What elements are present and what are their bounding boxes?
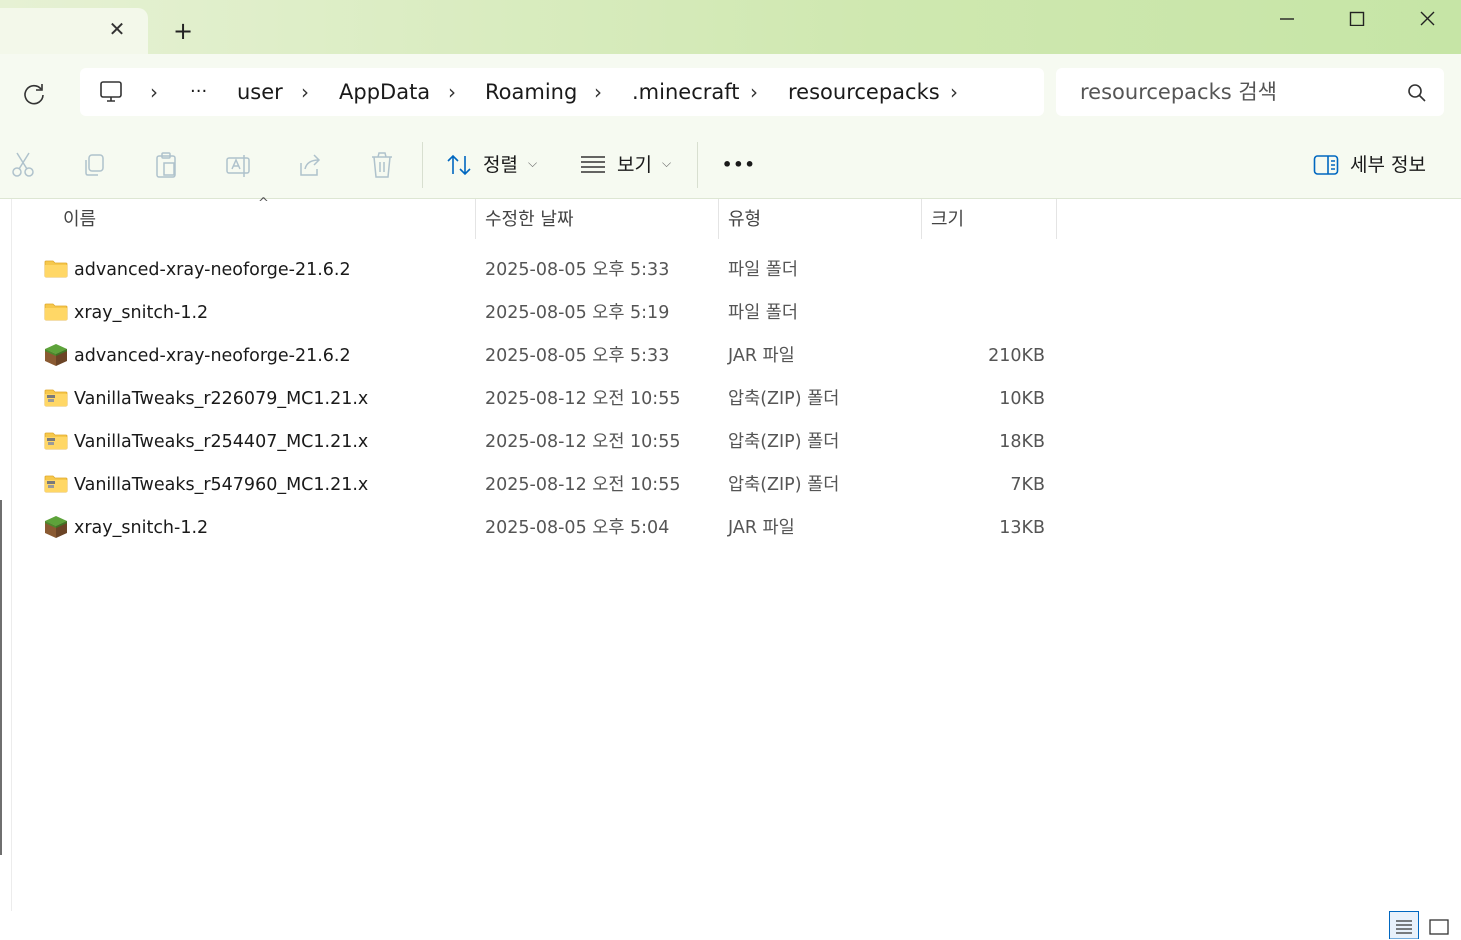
- breadcrumb-chevron[interactable]: ›: [150, 80, 158, 104]
- file-size: 18KB: [999, 432, 1045, 452]
- column-divider[interactable]: [475, 199, 476, 239]
- jar-icon: [44, 515, 68, 539]
- file-date: 2025-08-05 오후 5:19: [485, 303, 670, 323]
- file-date: 2025-08-12 오전 10:55: [485, 389, 681, 409]
- sort-chevron-down-icon: ⌵: [528, 156, 538, 170]
- details-pane-icon[interactable]: [1313, 154, 1339, 176]
- refresh-icon[interactable]: [20, 80, 48, 108]
- column-header-size[interactable]: 크기: [931, 208, 964, 232]
- breadcrumb-chevron[interactable]: ›: [594, 80, 602, 104]
- file-size: 10KB: [999, 389, 1045, 409]
- file-date: 2025-08-05 오후 5:33: [485, 346, 670, 366]
- column-header-date[interactable]: 수정한 날짜: [485, 208, 574, 232]
- tab-close-button[interactable]: ✕: [106, 18, 128, 40]
- file-type: JAR 파일: [728, 346, 795, 366]
- breadcrumb-chevron[interactable]: ›: [750, 80, 758, 104]
- maximize-button[interactable]: [1334, 6, 1380, 32]
- column-header-type[interactable]: 유형: [728, 208, 761, 232]
- breadcrumb-resourcepacks[interactable]: resourcepacks: [788, 80, 940, 104]
- file-name: xray_snitch-1.2: [74, 518, 209, 538]
- file-date: 2025-08-05 오후 5:04: [485, 518, 670, 538]
- file-type: 파일 폴더: [728, 303, 798, 323]
- file-type: 압축(ZIP) 폴더: [728, 389, 840, 409]
- folder-icon: [44, 257, 68, 281]
- file-name: xray_snitch-1.2: [74, 303, 209, 323]
- sort-icon[interactable]: [446, 153, 472, 177]
- breadcrumb-chevron[interactable]: ›: [950, 80, 958, 104]
- this-pc-icon[interactable]: [99, 80, 125, 104]
- column-header-name[interactable]: 이름: [63, 208, 96, 232]
- column-divider[interactable]: [718, 199, 719, 239]
- details-button[interactable]: 세부 정보: [1350, 153, 1426, 177]
- view-chevron-down-icon: ⌵: [662, 156, 672, 170]
- zip-folder-icon: [44, 472, 68, 496]
- breadcrumb-chevron[interactable]: ›: [448, 80, 456, 104]
- sort-button[interactable]: 정렬: [483, 153, 518, 177]
- share-icon[interactable]: [297, 151, 323, 179]
- pane-divider: [11, 199, 12, 911]
- file-name: advanced-xray-neoforge-21.6.2: [74, 346, 351, 366]
- file-size: 7KB: [1010, 475, 1045, 495]
- view-button[interactable]: 보기: [617, 153, 652, 177]
- navigation-pane-edge: [0, 500, 2, 855]
- breadcrumb-roaming[interactable]: Roaming: [485, 80, 577, 104]
- toolbar-divider: [422, 142, 423, 188]
- status-bar: [0, 911, 1461, 940]
- search-icon[interactable]: [1407, 83, 1427, 103]
- view-icon[interactable]: [580, 155, 606, 175]
- file-name: advanced-xray-neoforge-21.6.2: [74, 260, 351, 280]
- paste-icon[interactable]: [153, 151, 179, 179]
- close-icon: [1420, 11, 1435, 26]
- file-date: 2025-08-12 오전 10:55: [485, 475, 681, 495]
- maximize-icon: [1349, 11, 1365, 27]
- file-type: 압축(ZIP) 폴더: [728, 475, 840, 495]
- delete-icon[interactable]: [369, 151, 395, 179]
- column-divider[interactable]: [921, 199, 922, 239]
- breadcrumb-overflow[interactable]: ···: [190, 80, 207, 104]
- file-name: VanillaTweaks_r547960_MC1.21.x: [74, 475, 369, 495]
- minimize-button[interactable]: [1264, 6, 1310, 32]
- file-date: 2025-08-12 오전 10:55: [485, 432, 681, 452]
- file-type: 압축(ZIP) 폴더: [728, 432, 840, 452]
- breadcrumb-minecraft[interactable]: .minecraft: [632, 80, 740, 104]
- breadcrumb-chevron[interactable]: ›: [301, 80, 309, 104]
- zip-folder-icon: [44, 429, 68, 453]
- new-tab-button[interactable]: +: [170, 18, 196, 44]
- file-date: 2025-08-05 오후 5:33: [485, 260, 670, 280]
- copy-icon[interactable]: [81, 151, 107, 179]
- file-size: 210KB: [988, 346, 1045, 366]
- cut-icon[interactable]: [10, 151, 36, 179]
- file-size: 13KB: [999, 518, 1045, 538]
- sort-ascending-icon: ^: [258, 196, 269, 211]
- breadcrumb-appdata[interactable]: AppData: [339, 80, 430, 104]
- more-options-button[interactable]: •••: [722, 153, 756, 177]
- file-name: VanillaTweaks_r226079_MC1.21.x: [74, 389, 369, 409]
- file-type: 파일 폴더: [728, 260, 798, 280]
- close-window-button[interactable]: [1404, 6, 1450, 32]
- jar-icon: [44, 343, 68, 367]
- search-placeholder: resourcepacks 검색: [1080, 80, 1277, 104]
- zip-folder-icon: [44, 386, 68, 410]
- large-icons-view-icon[interactable]: [1425, 911, 1455, 939]
- rename-icon[interactable]: [225, 151, 251, 179]
- details-view-icon[interactable]: [1389, 911, 1419, 939]
- file-type: JAR 파일: [728, 518, 795, 538]
- minimize-icon: [1280, 18, 1294, 20]
- folder-icon: [44, 300, 68, 324]
- toolbar-divider: [697, 142, 698, 188]
- file-name: VanillaTweaks_r254407_MC1.21.x: [74, 432, 369, 452]
- column-divider[interactable]: [1056, 199, 1057, 239]
- breadcrumb-user[interactable]: user: [237, 80, 283, 104]
